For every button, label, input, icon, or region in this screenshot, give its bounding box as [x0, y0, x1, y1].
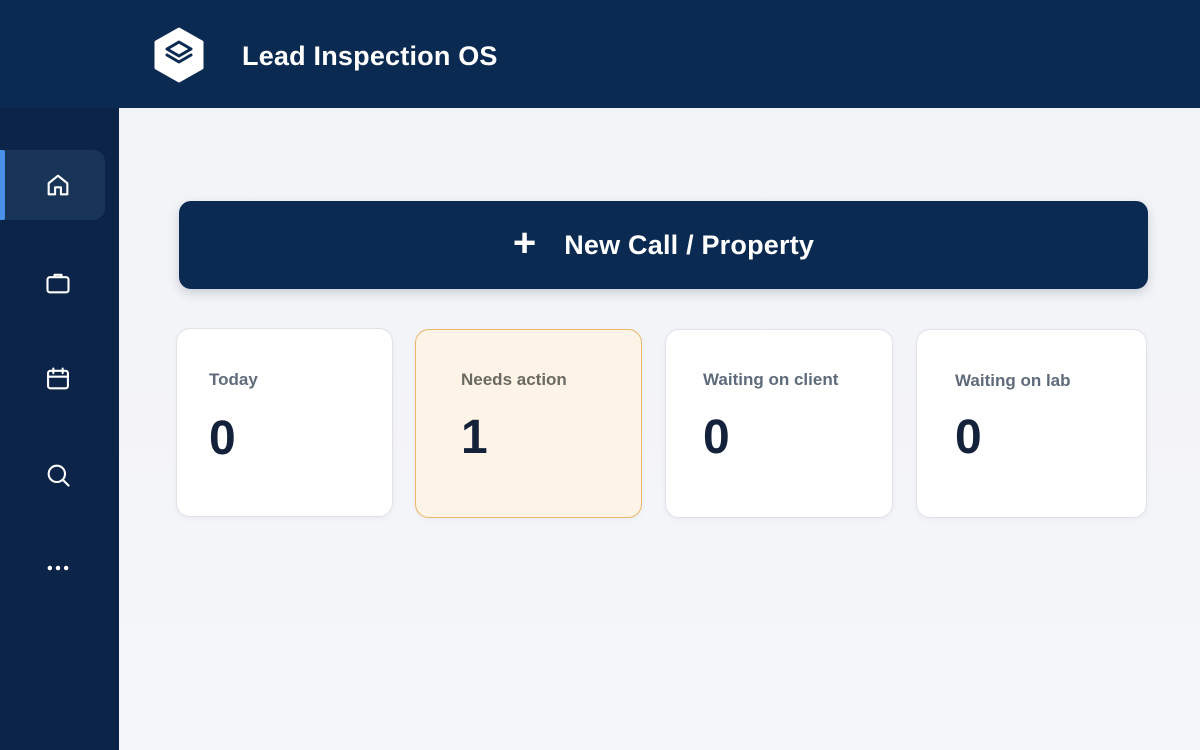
- search-icon: [47, 464, 70, 487]
- sidebar-item-jobs[interactable]: [0, 248, 105, 318]
- new-call-label: New Call / Property: [564, 229, 815, 260]
- more-horizontal-icon: [47, 565, 68, 571]
- stat-card-needs-action[interactable]: Needs action 1: [415, 329, 642, 518]
- app-title: Lead Inspection OS: [242, 41, 498, 71]
- sidebar-item-more[interactable]: [0, 533, 105, 603]
- stat-count: 0: [703, 411, 730, 464]
- plus-icon: +: [512, 221, 537, 265]
- stat-card-waiting-on-client[interactable]: Waiting on client 0: [665, 329, 893, 518]
- stat-title: Needs action: [461, 370, 567, 389]
- stat-title: Waiting on lab: [955, 371, 1071, 390]
- stat-card-today[interactable]: Today 0: [176, 328, 393, 517]
- sidebar-item-search[interactable]: [0, 440, 105, 510]
- stat-title: Waiting on client: [703, 370, 839, 389]
- calendar-icon: [46, 367, 69, 390]
- stat-card-waiting-on-lab[interactable]: Waiting on lab 0: [916, 329, 1147, 518]
- sidebar-item-calendar[interactable]: [0, 344, 105, 414]
- briefcase-icon: [45, 273, 70, 294]
- layers-icon: [154, 27, 204, 83]
- new-call-property-button[interactable]: + New Call / Property: [179, 201, 1148, 289]
- stat-count: 1: [461, 411, 488, 464]
- sidebar-item-home[interactable]: [0, 150, 105, 220]
- sidebar: [0, 0, 119, 750]
- stat-count: 0: [955, 411, 982, 464]
- stat-title: Today: [209, 370, 258, 389]
- home-icon: [47, 174, 68, 196]
- stat-count: 0: [209, 412, 236, 465]
